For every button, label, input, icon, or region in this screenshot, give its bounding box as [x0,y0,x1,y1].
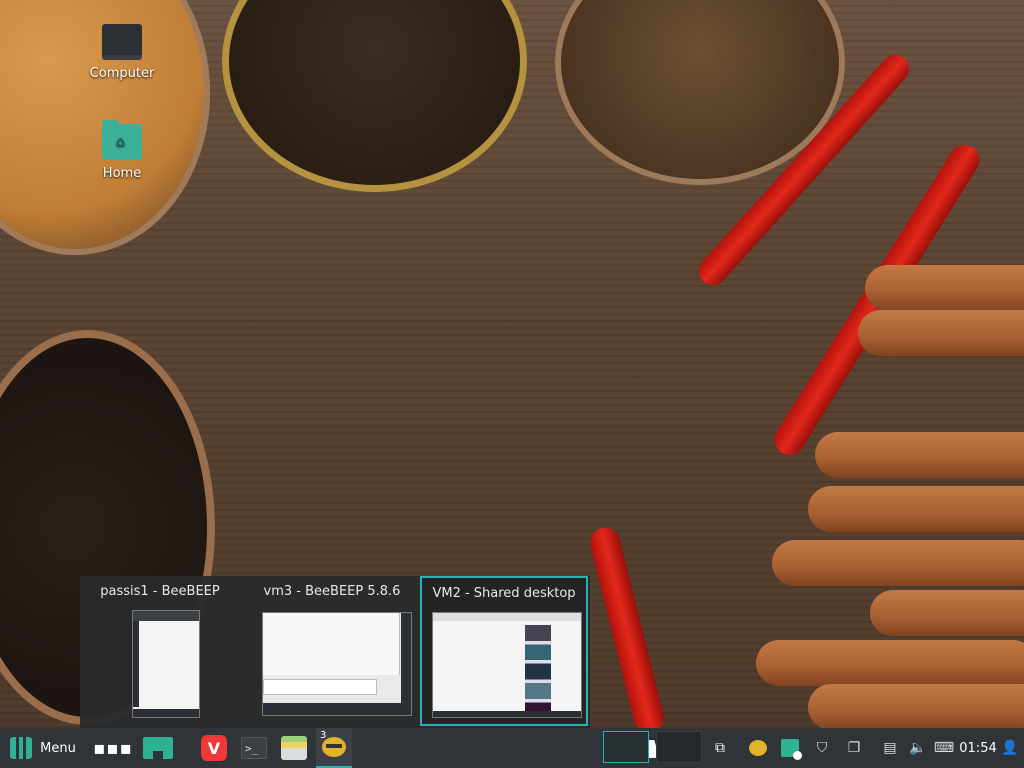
mint-menu-icon [10,737,33,759]
files-icon[interactable] [278,732,310,764]
window-preview-title: passis1 - BeeBEEP [100,584,220,599]
beebeep-icon [322,737,346,757]
window-switcher-icon[interactable]: ⧉ [708,732,732,764]
user-icon[interactable]: 👤 [996,732,1024,764]
window-thumbnail [432,612,582,718]
mintupdate-icon[interactable] [776,732,804,764]
keyboard-layout-icon[interactable]: ⌨ [930,732,958,764]
shield-icon[interactable]: ⛉ [808,732,836,764]
desktop-icon-label: Computer [89,66,155,81]
window-preview-title: vm3 - BeeBEEP 5.8.6 [263,584,401,599]
window-thumbnail [262,612,412,716]
window-thumbnail [132,610,200,718]
show-desktop-icon[interactable] [140,732,176,764]
wallpaper-cinnamon-stick [865,265,1024,311]
wallpaper-cinnamon-stick [808,684,1024,728]
workspace-1[interactable] [603,731,649,763]
vivaldi-browser-icon[interactable]: V [198,732,230,764]
wallpaper-bowl-cloves [222,0,527,192]
home-folder-icon: ⌂ [102,120,142,160]
beebeep-tray-icon[interactable] [744,732,772,764]
taskbar: Menu ▪▪▪ V >_ 3 ⧉ ⛉ ❐ ▤ 🔈 ⌨ 01:54 👤 [0,728,1024,768]
computer-monitor-icon [102,24,142,60]
show-apps-icon[interactable]: ▪▪▪ [93,732,132,764]
wallpaper-cinnamon-stick [815,432,1024,478]
wallpaper-cinnamon-stick [858,310,1024,356]
volume-icon[interactable]: 🔈 [904,732,932,764]
menu-button[interactable]: Menu [4,732,82,764]
workspace-2[interactable] [656,731,702,763]
window-preview-strip: passis1 - BeeBEEP vm3 - BeeBEEP 5.8.6 VM… [80,576,590,728]
wallpaper-cinnamon-stick [756,640,1024,686]
desktop-icon-computer[interactable]: Computer [77,24,167,81]
menu-label: Menu [40,740,76,756]
desktop-icon-label: Home [102,166,142,181]
terminal-icon[interactable]: >_ [238,732,270,764]
desktop-icon-home[interactable]: ⌂ Home [77,120,167,181]
wallpaper-cinnamon-stick [772,540,1024,586]
window-preview-vm3[interactable]: vm3 - BeeBEEP 5.8.6 [244,576,420,726]
window-preview-passis1[interactable]: passis1 - BeeBEEP [80,576,240,726]
wallpaper-cinnamon-stick [870,590,1024,636]
beebeep-taskbar-button[interactable]: 3 [316,728,663,768]
network-icon[interactable]: ▤ [876,732,904,764]
clock[interactable]: 01:54 [957,732,999,764]
notes-icon[interactable]: ❐ [840,732,868,764]
window-preview-title: VM2 - Shared desktop [432,586,576,601]
wallpaper-chili [587,524,667,728]
wallpaper-cinnamon-stick [808,486,1024,532]
desktop-wallpaper: Computer ⌂ Home passis1 - BeeBEEP vm3 - … [0,0,1024,728]
window-preview-vm2[interactable]: VM2 - Shared desktop [420,576,588,726]
